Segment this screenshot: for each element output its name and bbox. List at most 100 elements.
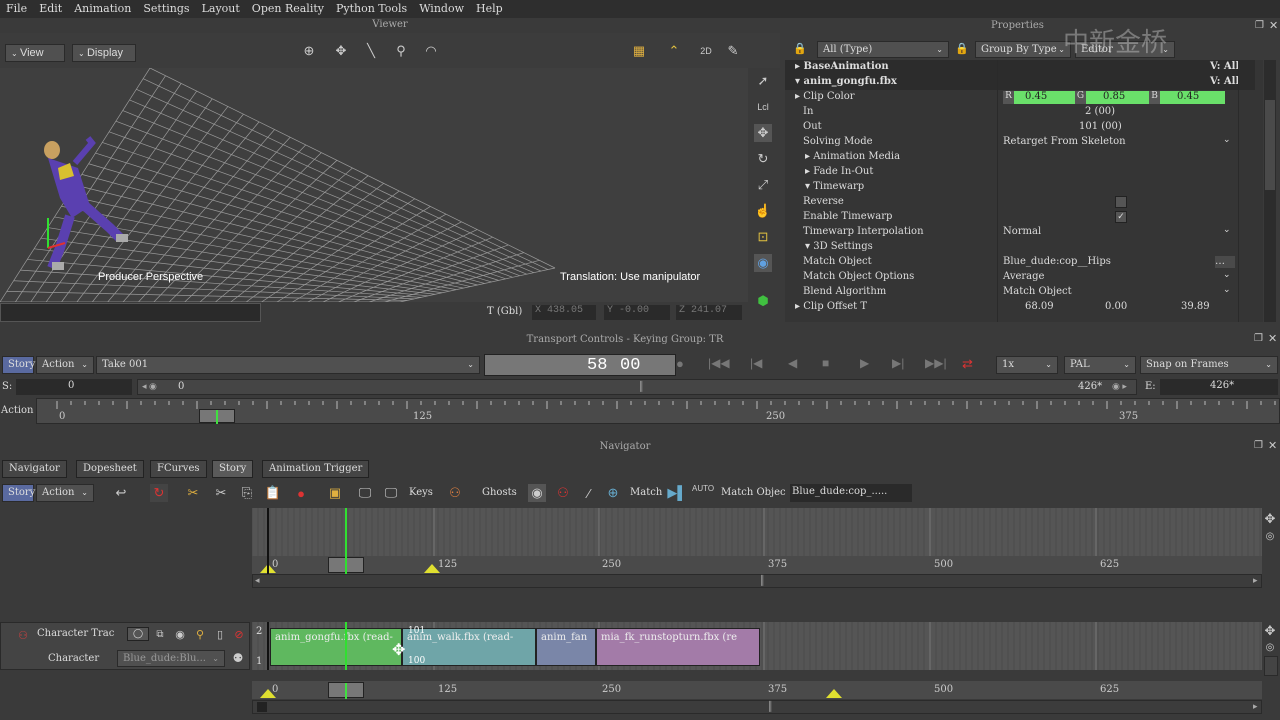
razor-icon[interactable]: ✂ (184, 484, 202, 502)
end-marker-icon[interactable] (424, 564, 440, 573)
ghost-target-icon[interactable]: ⊕ (604, 484, 622, 502)
character-figure-icon[interactable]: ⚉ (229, 649, 247, 667)
folder-icon[interactable]: ▣ (326, 484, 344, 502)
match-object-field[interactable]: Blue_dude:cop_..... (790, 484, 912, 502)
menu-edit[interactable]: Edit (33, 0, 68, 18)
copy-icon[interactable]: ⎘ (238, 484, 256, 502)
story-pan-icon[interactable]: ✥ (1261, 510, 1279, 528)
pen-icon[interactable]: ✎ (724, 42, 742, 60)
menu-layout[interactable]: Layout (196, 0, 246, 18)
properties-scrollbar[interactable] (1264, 60, 1276, 322)
plot-icon[interactable]: ● (292, 484, 310, 502)
insert-icon[interactable]: ↩ (112, 484, 130, 502)
next-key-icon[interactable]: ▶| (892, 356, 904, 370)
story-timeline-lower[interactable]: 0 125 250 375 500 625 (252, 681, 1262, 699)
prop-match-object[interactable]: Match Object Blue_dude:cop__Hips… (785, 255, 1255, 270)
clip-color-g[interactable]: 0.85 (1103, 91, 1125, 102)
zoom-icon[interactable]: ⚲ (392, 42, 410, 60)
tab-story[interactable]: Story (212, 460, 254, 478)
story-toolbar-action-dropdown[interactable]: Action ⌄ (36, 484, 94, 502)
globe-icon[interactable]: ◉ (754, 254, 772, 272)
coord-x-field[interactable]: X 438.05 (532, 305, 596, 320)
ghost-eye-icon[interactable]: ◉ (528, 484, 546, 502)
prop-fade-in-out[interactable]: ▸ Fade In-Out (785, 165, 1255, 180)
ghost-wand-icon[interactable]: ⁄ (580, 484, 598, 502)
properties-close-icon[interactable]: ✕ (1269, 19, 1278, 32)
story-upper-scrollbar[interactable]: ◂ ║ ▸ (252, 574, 1262, 588)
lower-end-marker-icon[interactable] (826, 689, 842, 698)
tab-dopesheet[interactable]: Dopesheet (76, 460, 144, 478)
action-timeline[interactable]: 0 125 250 375 (36, 398, 1280, 424)
prop-solving-mode[interactable]: Solving Mode Retarget From Skeleton ⌄ (785, 135, 1255, 150)
curve-icon[interactable]: ⌃ (665, 42, 683, 60)
prop-clip-offset-t[interactable]: ▸ Clip Offset T 68.09 0.00 39.89 (785, 300, 1255, 315)
menu-open-reality[interactable]: Open Reality (246, 0, 330, 18)
display-button[interactable]: ⌄ Display (72, 44, 136, 62)
character-track-name[interactable]: Character Trac (37, 628, 121, 639)
viewport[interactable]: Producer Perspective Translation: Use ma… (0, 68, 748, 302)
2d-icon[interactable]: 2D (697, 42, 715, 60)
prop-clip-color[interactable]: ▸ Clip Color R 0.45 G 0.85 B 0.45 (785, 90, 1255, 105)
story-track-area[interactable]: 2 1 anim_gongfu.fbx (read- anim_walk.fbx… (252, 622, 1262, 670)
track-visibility-icon[interactable]: ◉ (171, 625, 189, 643)
stop-icon[interactable]: ■ (822, 356, 829, 370)
menu-settings[interactable]: Settings (137, 0, 195, 18)
track-solo-icon[interactable]: ▯ (211, 625, 229, 643)
navigator-close-icon[interactable]: ✕ (1268, 439, 1277, 452)
reverse-checkbox[interactable] (1115, 196, 1127, 208)
prev-key-icon[interactable]: |◀ (750, 356, 762, 370)
navigator-restore-icon[interactable]: ❐ (1254, 440, 1263, 451)
action-dropdown[interactable]: Action ⌄ (36, 356, 94, 374)
pivot-icon[interactable]: ⊡ (754, 228, 772, 246)
loop-icon[interactable]: ⇄ (962, 356, 973, 372)
speed-dropdown[interactable]: 1x ⌄ (996, 356, 1058, 374)
refresh-icon[interactable]: ↻ (150, 484, 168, 502)
end-frame-field[interactable]: 426* (1160, 379, 1278, 395)
clip-mia-fk-runstopturn[interactable]: mia_fk_runstopturn.fbx (re (596, 628, 760, 666)
match-icon[interactable]: ▶▌ (667, 484, 686, 502)
ruler-yellow-icon[interactable]: ▦ (630, 42, 648, 60)
arc-icon[interactable]: ◠ (422, 42, 440, 60)
story-ruler-area[interactable] (252, 508, 1262, 556)
prop-in[interactable]: In 2 (00) (785, 105, 1255, 120)
render-icon[interactable]: 🖵 (356, 484, 374, 502)
prop-out[interactable]: Out 101 (00) (785, 120, 1255, 135)
character-track-header[interactable]: ⚇ Character Trac ◯ ⧉ ◉ ⚲ ▯ ⊘ Character B… (0, 622, 250, 670)
menu-window[interactable]: Window (413, 0, 470, 18)
hand-icon[interactable]: ☝ (754, 202, 772, 220)
menu-file[interactable]: File (0, 0, 33, 18)
goto-start-icon[interactable]: |◀◀ (708, 356, 730, 370)
prop-timewarp-interpolation[interactable]: Timewarp Interpolation Normal ⌄ (785, 225, 1255, 240)
format-dropdown[interactable]: PAL ⌄ (1064, 356, 1136, 374)
rotate-icon[interactable]: ↻ (754, 150, 772, 168)
coord-y-field[interactable]: Y -0.00 (604, 305, 670, 320)
play-reverse-icon[interactable]: ◀ (788, 356, 797, 370)
clip-color-b[interactable]: 0.45 (1177, 91, 1199, 102)
snap-dropdown[interactable]: Snap on Frames ⌄ (1140, 356, 1278, 374)
prop-enable-timewarp[interactable]: Enable Timewarp ✓ (785, 210, 1255, 225)
track-disable-icon[interactable]: ⊘ (230, 625, 248, 643)
auto-label[interactable]: AUTO (692, 484, 714, 493)
story-mode-button[interactable]: Story (2, 356, 35, 374)
track-vscrollbar[interactable] (1264, 656, 1278, 676)
ghost-figure-icon[interactable]: ⚇ (554, 484, 572, 502)
properties-restore-icon[interactable]: ❐ (1255, 20, 1264, 31)
menu-animation[interactable]: Animation (68, 0, 137, 18)
prop-reverse[interactable]: Reverse (785, 195, 1255, 210)
action-playhead[interactable] (199, 409, 235, 424)
start-frame-field[interactable]: 0 (16, 379, 132, 395)
item-base-animation[interactable]: ▸ BaseAnimation V: All (785, 60, 1255, 75)
gizmo-icon[interactable]: ⬢ (754, 292, 772, 310)
orbit-icon[interactable]: ⊕ (300, 42, 318, 60)
view-button[interactable]: ⌄ View (5, 44, 65, 62)
menu-python-tools[interactable]: Python Tools (330, 0, 413, 18)
pan-icon[interactable]: ✥ (332, 42, 350, 60)
story-playhead-lower[interactable] (328, 682, 364, 699)
take-dropdown[interactable]: Take 001 ⌄ (96, 356, 480, 374)
goto-end-icon[interactable]: ▶▶| (925, 356, 947, 370)
tab-fcurves[interactable]: FCurves (150, 460, 207, 478)
prop-3d-settings[interactable]: ▾ 3D Settings (785, 240, 1255, 255)
transport-close-icon[interactable]: ✕ (1268, 332, 1277, 345)
clip-color-r[interactable]: 0.45 (1025, 91, 1047, 102)
item-anim-gongfu[interactable]: ▾ anim_gongfu.fbx V: All (785, 75, 1255, 90)
